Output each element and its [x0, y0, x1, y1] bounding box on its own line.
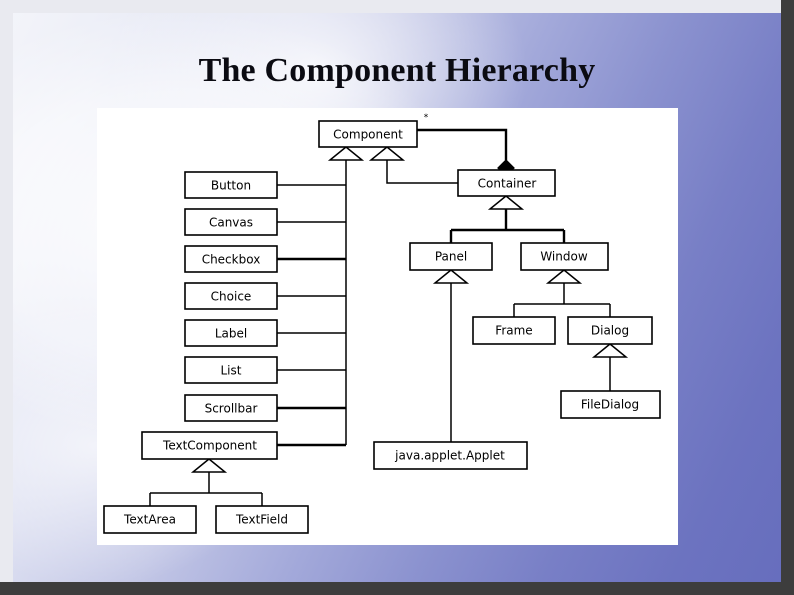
page-title: The Component Hierarchy	[198, 52, 596, 89]
edge-window-to-frame-dialog	[513, 283, 611, 317]
slide: The Component Hierarchy * Component Cont…	[0, 0, 794, 595]
container-generalization	[368, 146, 458, 184]
class-label-scrollbar: Scrollbar	[205, 402, 258, 416]
class-box-scrollbar[interactable]: Scrollbar	[184, 394, 278, 422]
generalization-triangle-window	[545, 269, 583, 284]
class-box-panel[interactable]: Panel	[409, 242, 493, 271]
class-box-frame[interactable]: Frame	[472, 316, 556, 345]
class-box-container[interactable]: Container	[457, 169, 556, 197]
edge-textcomponent-to-textarea-textfield	[149, 472, 263, 506]
class-label-container: Container	[478, 177, 537, 191]
class-box-textarea[interactable]: TextArea	[103, 505, 197, 534]
left-inheritance-bus	[277, 146, 365, 447]
class-box-canvas[interactable]: Canvas	[184, 208, 278, 236]
class-box-filedialog[interactable]: FileDialog	[560, 390, 661, 419]
class-box-checkbox[interactable]: Checkbox	[184, 245, 278, 273]
class-box-choice[interactable]: Choice	[184, 282, 278, 310]
component-hierarchy-diagram: * Component Container Button Canvas Chec…	[103, 113, 661, 534]
textcomponent-children-edges	[149, 458, 263, 506]
class-label-list: List	[221, 364, 242, 378]
panel-applet-edge	[432, 269, 470, 442]
class-label-frame: Frame	[495, 324, 532, 338]
class-label-textcomponent: TextComponent	[162, 439, 257, 453]
class-box-textcomponent[interactable]: TextComponent	[141, 431, 278, 460]
class-label-label: Label	[215, 327, 247, 341]
class-label-choice: Choice	[211, 290, 252, 304]
class-box-applet[interactable]: java.applet.Applet	[373, 441, 528, 470]
class-label-canvas: Canvas	[209, 216, 253, 230]
class-box-list[interactable]: List	[184, 356, 278, 384]
class-label-panel: Panel	[435, 250, 467, 264]
generalization-triangle-left	[327, 146, 365, 161]
aggregation-component-container: *	[417, 113, 515, 177]
generalization-triangle-right	[368, 146, 406, 161]
class-label-textarea: TextArea	[123, 513, 176, 527]
class-box-dialog[interactable]: Dialog	[567, 316, 653, 345]
generalization-triangle-container	[487, 195, 525, 210]
dialog-filedialog-edge	[591, 343, 629, 391]
class-label-component: Component	[333, 128, 403, 142]
window-children-edges	[513, 269, 611, 317]
class-box-button[interactable]: Button	[184, 171, 278, 199]
class-label-window: Window	[540, 250, 588, 264]
aggregation-line	[417, 128, 508, 160]
class-box-window[interactable]: Window	[520, 242, 609, 271]
container-children-edges	[449, 195, 566, 243]
edge-container-to-component	[386, 160, 458, 184]
class-label-textfield: TextField	[235, 513, 288, 527]
generalization-triangle-textcomponent	[190, 458, 228, 473]
class-box-label[interactable]: Label	[184, 319, 278, 347]
edge-container-to-panel-window	[449, 209, 566, 243]
diagram-canvas: * Component Container Button Canvas Chec…	[97, 108, 678, 545]
class-label-checkbox: Checkbox	[202, 253, 261, 267]
class-label-dialog: Dialog	[591, 324, 629, 338]
class-label-button: Button	[211, 179, 251, 193]
class-label-applet: java.applet.Applet	[394, 449, 505, 463]
class-box-textfield[interactable]: TextField	[215, 505, 309, 534]
class-label-filedialog: FileDialog	[581, 398, 639, 412]
generalization-triangle-dialog	[591, 343, 629, 358]
class-box-component[interactable]: Component	[318, 120, 418, 148]
generalization-triangle-panel	[432, 269, 470, 284]
multiplicity-label: *	[424, 113, 429, 123]
